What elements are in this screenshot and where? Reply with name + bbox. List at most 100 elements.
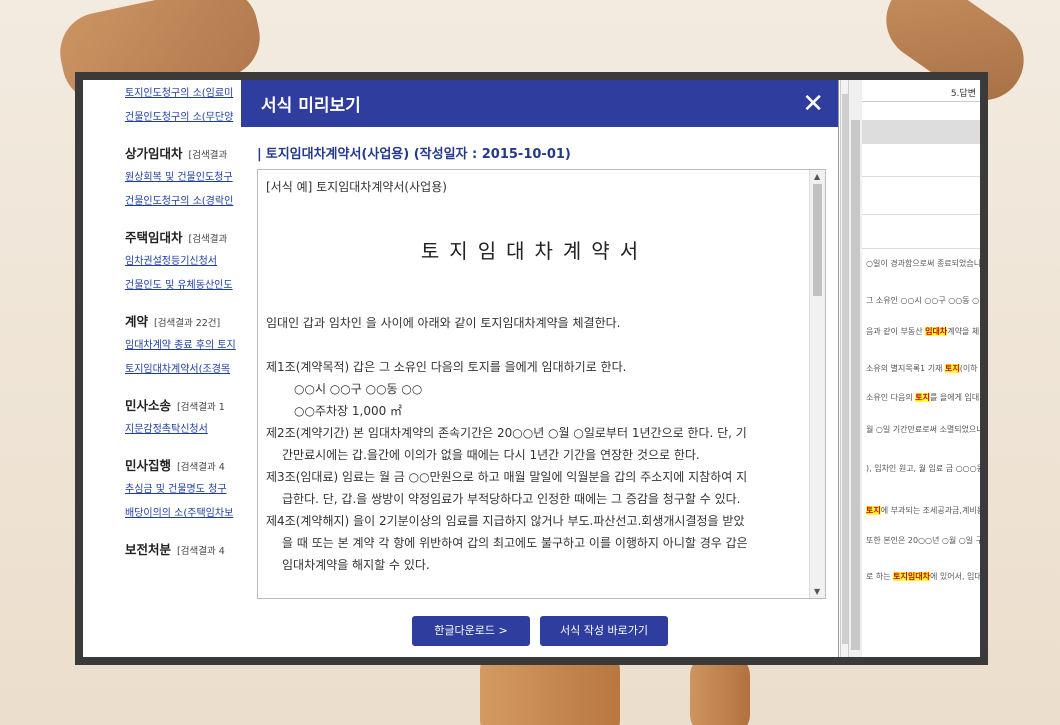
go-write-form-button[interactable]: 서식 작성 바로가기 > bbox=[540, 616, 668, 657]
document-heading: | 토지임대차계약서(사업용) (작성일자 : 2015-10-01) bbox=[257, 147, 571, 162]
result-link[interactable]: 추심금 및 건물명도 청구 bbox=[125, 478, 241, 502]
category-label: 상가임대차 bbox=[125, 146, 183, 161]
close-icon[interactable]: ✕ bbox=[802, 91, 824, 117]
background-text-line: 음과 같이 부동산 임대차계약을 체결 bbox=[866, 326, 980, 337]
body-line: 간만료시에는 갑.을간에 이의가 없을 때에는 다시 1년간 기간을 연장한 것… bbox=[282, 448, 700, 462]
divider bbox=[862, 176, 980, 177]
category-label: 계약 bbox=[125, 314, 149, 329]
result-count: [검색결과 1 bbox=[177, 402, 225, 413]
text-fragment: 를 을에게 임대 bbox=[929, 393, 980, 402]
result-count: [검색결과 4 bbox=[177, 462, 225, 473]
text-fragment: (이하 '이 bbox=[959, 364, 980, 373]
scroll-down-icon[interactable]: ▼ bbox=[814, 587, 820, 596]
sample-label: [서식 예] 토지임대차계약서(사업용) bbox=[266, 180, 447, 194]
highlighted-keyword: 임대차 bbox=[925, 327, 948, 336]
text-fragment: 소유인 다음의 bbox=[866, 393, 916, 402]
background-text-line: 토지에 부과되는 조세공과금,계비용 bbox=[866, 505, 980, 516]
result-link[interactable]: 건물인도청구의 소(경락인 bbox=[125, 190, 241, 214]
text-fragment: 또한 본인은 20○○년 ○월 ○일 구 bbox=[866, 536, 980, 545]
document-preview-content: [서식 예] 토지임대차계약서(사업용) 토지임대차계약서 임대인 갑과 임차인… bbox=[258, 170, 811, 598]
category-heading: 계약 [검색결과 22건] bbox=[125, 310, 241, 334]
divider bbox=[862, 248, 980, 249]
modal-actions: 한글다운로드 > 서식 작성 바로가기 > bbox=[241, 616, 839, 657]
text-fragment: 에 있어서, 임대차 bbox=[929, 572, 980, 581]
page-scrollbar[interactable] bbox=[848, 80, 862, 657]
category-label: 보전처분 bbox=[125, 542, 172, 557]
body-line: 제1조(계약목적) 갑은 그 소유인 다음의 토지를 을에게 임대하기로 한다. bbox=[266, 360, 627, 374]
screenshot-frame: 토지인도청구의 소(임료미 건물인도청구의 소(무단양 상가임대차 [검색결과 원상회복… bbox=[75, 72, 988, 665]
category-label: 민사소송 bbox=[125, 398, 172, 413]
result-link[interactable]: 임대차계약 종료 후의 토지 bbox=[125, 334, 241, 358]
background-text-line: 소유의 별지목록1 기재 토지(이하 '이 bbox=[866, 363, 980, 374]
result-link[interactable]: 지문감정촉탁신청서 bbox=[125, 418, 241, 442]
text-fragment: 소유의 별지목록1 기재 bbox=[866, 364, 945, 373]
result-link[interactable]: 건물인도청구의 소(무단양 bbox=[125, 106, 241, 130]
category-heading: 민사집행 [검색결과 4 bbox=[125, 454, 241, 478]
result-count: [검색결과 bbox=[188, 234, 228, 245]
background-text-line: 월 ○일 기간만료로써 소멸되었으니 bbox=[866, 424, 980, 435]
hwp-download-button[interactable]: 한글다운로드 > bbox=[412, 616, 530, 646]
text-fragment: 그 소유인 ○○시 ○○구 ○○동 ○ bbox=[866, 296, 980, 305]
scroll-up-icon[interactable]: ▲ bbox=[814, 172, 820, 181]
highlighted-keyword: 토지 bbox=[866, 506, 881, 515]
form-preview-modal: 서식 미리보기 ✕ | 토지임대차계약서(사업용) (작성일자 : 2015-10… bbox=[241, 80, 839, 657]
background-text-line: 또한 본인은 20○○년 ○월 ○일 구 bbox=[866, 535, 980, 546]
text-fragment: 계약을 체결 bbox=[947, 327, 980, 336]
body-line: 임대인 갑과 임차인 을 사이에 아래와 같이 토지임대차계약을 체결한다. bbox=[266, 316, 621, 330]
result-link[interactable]: 임차권설정등기신청서 bbox=[125, 250, 241, 274]
modal-title: 서식 미리보기 bbox=[261, 96, 361, 116]
category-heading: 보전처분 [검색결과 4 bbox=[125, 538, 241, 562]
body-line: 을 때 또는 본 계약 각 항에 위반하여 갑의 최고에도 불구하고 이를 이행… bbox=[282, 536, 748, 550]
document-heading-text: 토지임대차계약서(사업용) (작성일자 : 2015-10-01) bbox=[265, 147, 571, 162]
background-text-line: ○일이 경과함으로써 종료되었습니 bbox=[866, 258, 980, 269]
background-text-line: 로 하는 토지임대차에 있어서, 임대차 bbox=[866, 571, 980, 582]
result-link[interactable]: 원상회복 및 건물인도청구 bbox=[125, 166, 241, 190]
preview-scrollbar[interactable]: ▲ ▼ bbox=[809, 170, 825, 598]
scrollbar-thumb[interactable] bbox=[851, 120, 860, 650]
body-line: 제4조(계약해지) 을이 2기분이상의 임료를 지급하지 않거나 부도.파산선고… bbox=[266, 514, 745, 528]
search-results-sidebar: 토지인도청구의 소(임료미 건물인도청구의 소(무단양 상가임대차 [검색결과 원상회복… bbox=[83, 80, 241, 657]
background-document-panel: 5.답변 ○일이 경과함으로써 종료되었습니그 소유인 ○○시 ○○구 ○○동 … bbox=[848, 80, 980, 657]
background-text-line: 그 소유인 ○○시 ○○구 ○○동 ○ bbox=[866, 295, 979, 306]
category-label: 민사집행 bbox=[125, 458, 172, 473]
body-line: 제2조(계약기간) 본 임대차계약의 존속기간은 20○○년 ○월 ○일로부터 … bbox=[266, 426, 747, 440]
modal-scrollbar[interactable] bbox=[840, 80, 848, 657]
background-figure-leg bbox=[690, 655, 750, 725]
category-label: 주택임대차 bbox=[125, 230, 183, 245]
result-count: [검색결과 4 bbox=[177, 546, 225, 557]
category-heading: 상가임대차 [검색결과 bbox=[125, 142, 241, 166]
preview-scrollbar-thumb[interactable] bbox=[813, 184, 822, 296]
body-line: 임대차계약을 해지할 수 있다. bbox=[282, 558, 430, 572]
result-count: [검색결과 bbox=[188, 150, 228, 161]
result-count: [검색결과 22건] bbox=[154, 318, 221, 329]
body-line: ○○시 ○○구 ○○동 ○○ bbox=[294, 382, 423, 396]
category-heading: 민사소송 [검색결과 1 bbox=[125, 394, 241, 418]
document-title: 토지임대차계약서 bbox=[420, 239, 649, 263]
result-link[interactable]: 토지임대차계약서(조경목 bbox=[125, 358, 241, 382]
text-fragment: ), 임차인 원고, 월 임료 금 ○○○원 bbox=[866, 464, 980, 473]
divider bbox=[862, 214, 980, 215]
text-fragment: 에 부과되는 조세공과금,계비용 bbox=[880, 506, 980, 515]
highlighted-keyword: 토지 bbox=[944, 364, 960, 373]
result-link[interactable]: 토지인도청구의 소(임료미 bbox=[125, 82, 241, 106]
result-link[interactable]: 배당이의의 소(주택임차보 bbox=[125, 502, 241, 526]
body-line: 급한다. 단, 갑.을 쌍방이 약정임료가 부적당하다고 인정한 때에는 그 증… bbox=[282, 492, 741, 506]
section-bar bbox=[862, 120, 980, 144]
background-text-line: 소유인 다음의 토지를 을에게 임대 bbox=[866, 392, 979, 403]
highlighted-keyword: 토지 bbox=[915, 393, 930, 402]
text-fragment: 로 하는 bbox=[866, 572, 894, 581]
modal-header: 서식 미리보기 ✕ bbox=[241, 80, 838, 127]
document-preview-pane: [서식 예] 토지임대차계약서(사업용) 토지임대차계약서 임대인 갑과 임차인… bbox=[257, 169, 826, 599]
text-fragment: ○일이 경과함으로써 종료되었습니 bbox=[866, 259, 980, 268]
text-fragment: 음과 같이 부동산 bbox=[866, 327, 926, 336]
category-heading: 주택임대차 [검색결과 bbox=[125, 226, 241, 250]
result-link[interactable]: 건물인도 및 유체동산인도 bbox=[125, 274, 241, 298]
body-line: ○○주차장 1,000 ㎡ bbox=[294, 404, 403, 418]
modal-scrollbar-thumb[interactable] bbox=[842, 94, 848, 644]
highlighted-keyword: 토지임대차 bbox=[893, 572, 930, 581]
tab-answer[interactable]: 5.답변 bbox=[862, 80, 980, 102]
app-window: 토지인도청구의 소(임료미 건물인도청구의 소(무단양 상가임대차 [검색결과 원상회복… bbox=[83, 80, 980, 657]
background-text-line: ), 임차인 원고, 월 임료 금 ○○○원 bbox=[866, 463, 980, 474]
body-line: 제3조(임대료) 임료는 월 금 ○○만원으로 하고 매월 말일에 익월분을 갑… bbox=[266, 470, 748, 484]
text-fragment: 월 ○일 기간만료로써 소멸되었으니 bbox=[866, 425, 980, 434]
